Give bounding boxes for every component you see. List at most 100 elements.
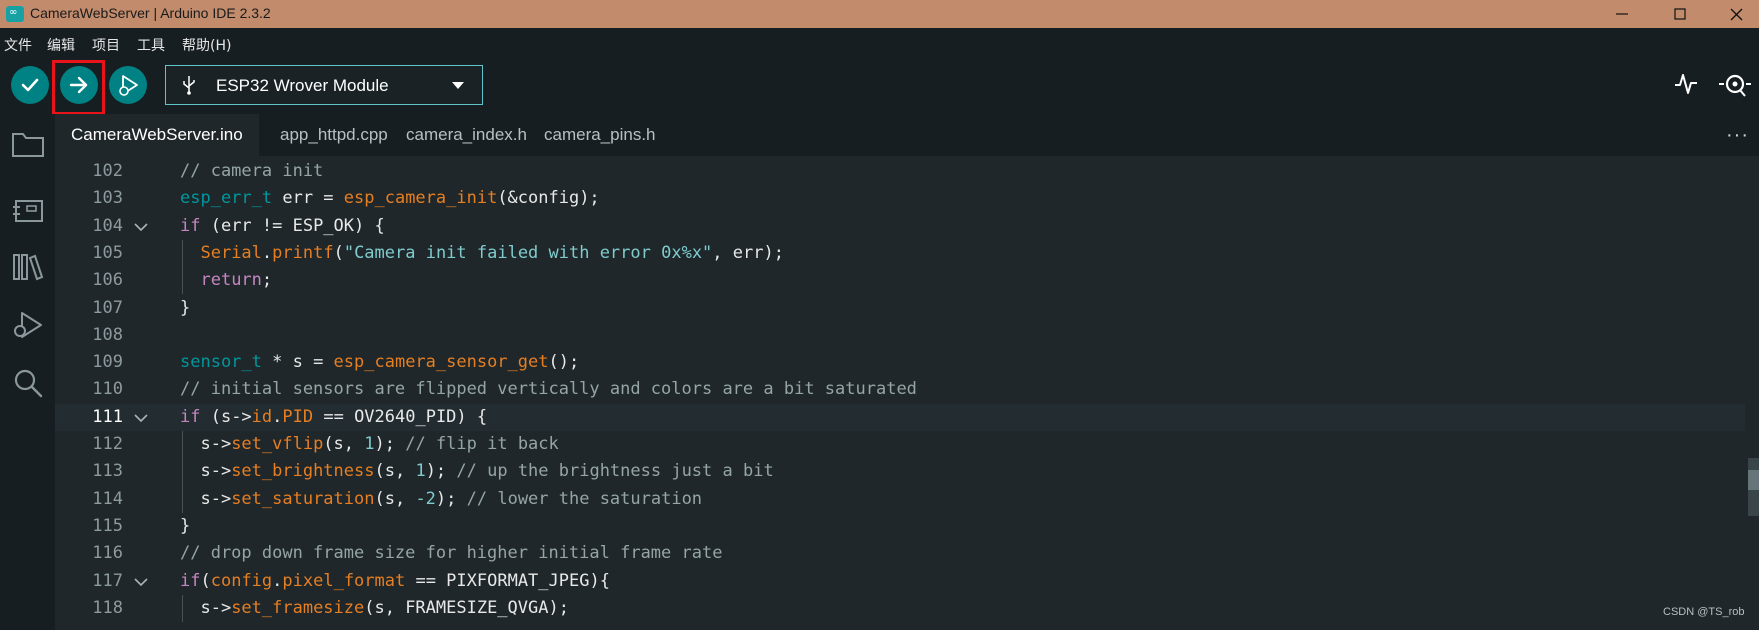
code-token: , err); xyxy=(712,242,784,263)
menu-sketch[interactable]: 项目 xyxy=(92,35,120,55)
code-text: } xyxy=(180,295,190,322)
boards-manager-button[interactable] xyxy=(9,192,47,230)
code-line[interactable]: 116 // drop down frame size for higher in… xyxy=(55,540,1745,567)
code-token: == PIXFORMAT_JPEG){ xyxy=(405,570,610,591)
title-bar: ∞ CameraWebServer | Arduino IDE 2.3.2 xyxy=(0,0,1759,28)
code-line[interactable]: 117 if(config.pixel_format == PIXFORMAT_J… xyxy=(55,568,1745,595)
line-number: 108 xyxy=(92,324,123,345)
verify-icon xyxy=(21,78,39,92)
code-token: // camera init xyxy=(180,161,324,181)
serial-monitor-icon xyxy=(1719,74,1751,97)
code-token: . xyxy=(272,570,283,591)
search-button[interactable] xyxy=(9,364,47,402)
code-text: Serial.printf("Camera init failed with e… xyxy=(180,240,784,267)
code-line[interactable]: 110 // initial sensors are flipped vertic… xyxy=(55,376,1745,403)
code-line[interactable]: 114 s->set_saturation(s, -2); // lower t… xyxy=(55,486,1745,513)
code-editor[interactable]: 102 // camera init 103 esp_err_t err = esp_… xyxy=(55,156,1759,630)
debug-button[interactable] xyxy=(109,66,147,104)
code-token: . xyxy=(261,242,273,263)
tab-camerawebserver-ino[interactable]: CameraWebServer.ino xyxy=(55,114,259,156)
code-token: PID xyxy=(282,406,314,427)
maximize-icon xyxy=(1674,8,1686,20)
tab-label: camera_index.h xyxy=(406,125,527,144)
code-text: esp_err_t err = esp_camera_init(&config)… xyxy=(180,185,600,212)
sketchbook-icon xyxy=(12,133,44,157)
code-text: } xyxy=(180,513,190,540)
code-token: esp_camera_init xyxy=(343,188,498,209)
code-text: // drop down frame size for higher initi… xyxy=(180,540,722,567)
debug-icon xyxy=(14,312,42,338)
code-token: "Camera init failed with error 0x%x" xyxy=(343,242,713,263)
code-token: if xyxy=(180,406,201,427)
code-token: printf xyxy=(272,242,334,263)
close-button[interactable] xyxy=(1707,0,1759,28)
tab-camera-pins-h[interactable]: camera_pins.h xyxy=(528,114,672,156)
search-icon xyxy=(14,369,43,398)
code-text: sensor_t * s = esp_camera_sensor_get(); xyxy=(180,349,579,376)
code-line[interactable]: 108 xyxy=(55,322,1745,349)
code-text: s->set_framesize(s, FRAMESIZE_QVGA); xyxy=(180,595,568,622)
close-icon xyxy=(1730,8,1742,20)
library-manager-icon xyxy=(13,254,44,281)
usb-icon xyxy=(183,76,195,95)
menu-tools[interactable]: 工具 xyxy=(137,35,165,55)
tab-app-httpd-cpp[interactable]: app_httpd.cpp xyxy=(264,114,404,156)
code-text: s->set_vflip(s, 1); // flip it back xyxy=(180,431,559,458)
tab-camera-index-h[interactable]: camera_index.h xyxy=(390,114,543,156)
code-token: esp_err_t xyxy=(180,188,273,209)
code-token: sensor_t xyxy=(180,352,262,373)
code-text: s->set_brightness(s, 1); // up the brigh… xyxy=(180,458,773,485)
code-token: set_framesize xyxy=(231,597,365,618)
code-line[interactable]: 102 // camera init xyxy=(55,158,1745,185)
code-text: // camera init xyxy=(180,158,323,185)
code-token: // lower the saturation xyxy=(466,488,703,509)
window-title: CameraWebServer | Arduino IDE 2.3.2 xyxy=(30,5,271,21)
code-token: 1 xyxy=(415,461,426,482)
sketchbook-button[interactable] xyxy=(9,125,47,163)
line-number: 106 xyxy=(92,270,123,291)
code-line[interactable]: 112 s->set_vflip(s, 1); // flip it back xyxy=(55,431,1745,458)
code-line[interactable]: 113 s->set_brightness(s, 1); // up the b… xyxy=(55,458,1745,485)
code-token: s-> xyxy=(180,488,232,509)
code-line[interactable]: 105 Serial.printf("Camera init failed wi… xyxy=(55,240,1745,267)
code-token: ); xyxy=(425,461,457,482)
tab-label: CameraWebServer.ino xyxy=(71,125,243,144)
code-line[interactable]: 103 esp_err_t err = esp_camera_init(&conf… xyxy=(55,185,1745,212)
board-name: ESP32 Wrover Module xyxy=(216,76,389,95)
minimize-button[interactable] xyxy=(1593,0,1651,28)
debug-sidebar-button[interactable] xyxy=(9,306,47,344)
serial-plotter-button[interactable] xyxy=(1674,72,1698,101)
code-line[interactable]: 115} xyxy=(55,513,1745,540)
code-token: esp_camera_sensor_get xyxy=(333,352,549,373)
line-number: 103 xyxy=(92,188,123,209)
verify-button[interactable] xyxy=(11,66,49,104)
menu-help[interactable]: 帮助(H) xyxy=(182,35,231,55)
maximize-button[interactable] xyxy=(1651,0,1709,28)
code-line[interactable]: 107} xyxy=(55,295,1745,322)
code-token: (); xyxy=(548,352,580,373)
code-token: s-> xyxy=(180,461,232,482)
board-selector[interactable]: ESP32 Wrover Module xyxy=(165,65,483,105)
scrollbar-thumb[interactable] xyxy=(1748,470,1759,490)
menu-file[interactable]: 文件 xyxy=(4,35,32,55)
code-token: // flip it back xyxy=(405,434,559,454)
code-text: // initial sensors are flipped verticall… xyxy=(180,376,917,403)
serial-monitor-button[interactable] xyxy=(1718,70,1752,103)
code-text: if(config.pixel_format == PIXFORMAT_JPEG… xyxy=(180,568,610,595)
editor-tab-bar: CameraWebServer.ino app_httpd.cpp camera… xyxy=(55,114,1759,156)
menu-edit[interactable]: 编辑 xyxy=(47,35,75,55)
code-line[interactable]: 109 sensor_t * s = esp_camera_sensor_get(… xyxy=(55,349,1745,376)
code-token: ; xyxy=(261,270,273,291)
more-tabs-menu-icon[interactable]: ··· xyxy=(1726,124,1749,147)
minimize-icon xyxy=(1616,13,1628,15)
line-number: 107 xyxy=(92,297,123,318)
code-token: if xyxy=(180,215,201,236)
code-token: (&config); xyxy=(497,188,600,209)
code-line[interactable]: 106 return; xyxy=(55,267,1745,294)
code-line[interactable]: 111 if (s->id.PID == OV2640_PID) { xyxy=(55,403,1745,431)
code-line[interactable]: 104 if (err != ESP_OK) { xyxy=(55,213,1745,240)
library-manager-button[interactable] xyxy=(9,248,47,286)
code-token: config xyxy=(210,570,273,591)
line-number: 116 xyxy=(92,543,123,564)
code-line[interactable]: 118 s->set_framesize(s, FRAMESIZE_QVGA); xyxy=(55,595,1745,622)
